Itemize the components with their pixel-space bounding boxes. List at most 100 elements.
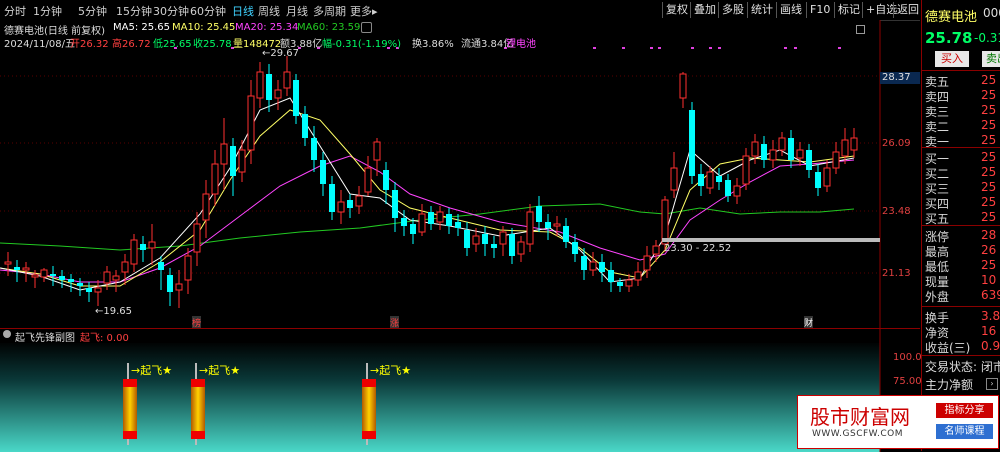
range-marker: 23.30 - 22.52 <box>664 243 732 254</box>
tab-5min[interactable]: 5分钟 <box>78 3 107 19</box>
bid-row: 买一 25 <box>925 150 1000 166</box>
stat2-value: 16 <box>981 324 997 338</box>
stat2-row: 换手 3.8 <box>925 309 1000 325</box>
quote-panel: 德赛电池 000 25.78 -0.31 买入 卖出 卖五25卖四25卖三25卖… <box>921 0 1000 451</box>
tab-1min[interactable]: 1分钟 <box>33 3 62 19</box>
candlestick-chart[interactable] <box>0 20 920 328</box>
restore-rights-button[interactable]: 复权 <box>662 2 691 18</box>
watermark-logo: 股市财富网 WWW.GSCFW.COM 指标分享 名师课程 <box>797 395 999 449</box>
sell-button[interactable]: 卖出 <box>982 51 1000 67</box>
candle-body <box>716 176 722 182</box>
stat-value: 26 <box>981 243 997 257</box>
candle-body <box>230 146 236 176</box>
tab-60min[interactable]: 60分钟 <box>190 3 226 19</box>
candle-body <box>733 185 741 197</box>
candle-body <box>50 274 56 276</box>
candle-body <box>103 271 111 284</box>
candle-body <box>112 275 120 281</box>
candle-body <box>634 271 642 281</box>
indicator-title: 起飞先锋副图 <box>15 333 75 344</box>
candle-body <box>167 275 173 292</box>
candle-body <box>202 193 210 221</box>
candle-body <box>256 71 264 99</box>
candle-body <box>608 270 614 282</box>
ask-value: 25 <box>981 103 997 117</box>
event-dot <box>838 47 841 49</box>
ma60-label: MA60: 23.59 <box>297 22 361 33</box>
back-button[interactable]: 返回 <box>893 2 922 18</box>
f10-button[interactable]: F10 <box>806 2 833 18</box>
candle-body <box>698 174 704 186</box>
ask-value: 25 <box>981 133 997 147</box>
multi-stock-button[interactable]: 多股 <box>718 2 747 18</box>
candle-body <box>661 199 669 245</box>
ma20-label: MA20: 25.34 <box>235 22 299 33</box>
candle-body <box>689 110 695 176</box>
price-label-4: 21.13 <box>882 268 911 279</box>
stat-value: 639 <box>981 288 1000 302</box>
axis-100: 100.0 <box>893 352 922 363</box>
draw-line-button[interactable]: 画线 <box>776 2 805 18</box>
candle-body <box>211 163 219 195</box>
event-dot <box>709 47 712 49</box>
candle-body <box>796 149 804 159</box>
concept-label: 锂电池 <box>506 39 536 50</box>
bid-value: 25 <box>981 195 997 209</box>
candle-body <box>751 141 759 157</box>
expand-arrow-icon[interactable]: › <box>986 378 998 390</box>
tab-more[interactable]: 更多▸ <box>350 3 378 19</box>
candle-body <box>643 255 651 271</box>
ask-value: 25 <box>981 73 997 87</box>
tab-monthly[interactable]: 月线 <box>286 3 308 19</box>
bar-date: 2024/11/08/五 <box>4 39 76 50</box>
price-label-3: 23.48 <box>882 206 911 217</box>
candle-body <box>545 222 551 228</box>
candle-body <box>347 200 353 208</box>
expand-icon[interactable] <box>856 25 865 34</box>
overlay-button[interactable]: 叠加 <box>690 2 719 18</box>
tab-daily[interactable]: 日线 <box>232 3 254 19</box>
candle-body <box>148 241 156 249</box>
buy-button[interactable]: 买入 <box>935 51 969 67</box>
statistics-button[interactable]: 统计 <box>747 2 776 18</box>
candle-body <box>220 143 228 165</box>
period-toolbar: 分时 1分钟 5分钟 15分钟 30分钟 60分钟 日线 周线 月线 多周期 更… <box>0 0 920 21</box>
candle-body <box>679 73 687 99</box>
bid-row: 买三 25 <box>925 180 1000 196</box>
ma5-label: MA5: 25.65 <box>113 22 171 33</box>
candle-body <box>94 287 102 293</box>
trade-status: 交易状态: 闭市 <box>925 360 1000 374</box>
ask-value: 25 <box>981 118 997 132</box>
tab-weekly[interactable]: 周线 <box>258 3 280 19</box>
candle-body <box>823 167 831 187</box>
candle-body <box>329 184 335 212</box>
candle-body <box>355 195 363 207</box>
stat-row: 外盘 639 <box>925 288 1000 304</box>
candle-body <box>40 269 48 278</box>
candle-body <box>238 149 246 173</box>
tab-30min[interactable]: 30分钟 <box>153 3 189 19</box>
candle-body <box>581 256 587 270</box>
tab-15min[interactable]: 15分钟 <box>116 3 152 19</box>
candle-body <box>509 234 515 256</box>
candle-body <box>22 267 30 271</box>
indicator-menu-icon[interactable] <box>3 330 11 338</box>
tab-timeshare[interactable]: 分时 <box>4 3 26 19</box>
event-dot <box>593 47 596 49</box>
ask-row: 卖四 25 <box>925 88 1000 104</box>
candle-body <box>293 80 299 116</box>
ask-value: 25 <box>981 88 997 102</box>
watermark-url: WWW.GSCFW.COM <box>812 429 904 439</box>
tab-multi-period[interactable]: 多周期 <box>313 3 346 19</box>
stat2-label: 收益(三) <box>925 341 971 355</box>
ma10-label: MA10: 25.45 <box>172 22 236 33</box>
candle-body <box>472 235 480 245</box>
chart-settings-icon[interactable] <box>361 22 372 33</box>
candle-body <box>130 239 138 265</box>
indicator-panel[interactable] <box>0 328 920 452</box>
axis-75: 75.00 <box>893 376 922 387</box>
mark-button[interactable]: 标记 <box>834 2 863 18</box>
stat-row: 涨停 28 <box>925 228 1000 244</box>
stat-value: 10 <box>981 273 997 287</box>
ask-row: 卖三 25 <box>925 103 1000 119</box>
